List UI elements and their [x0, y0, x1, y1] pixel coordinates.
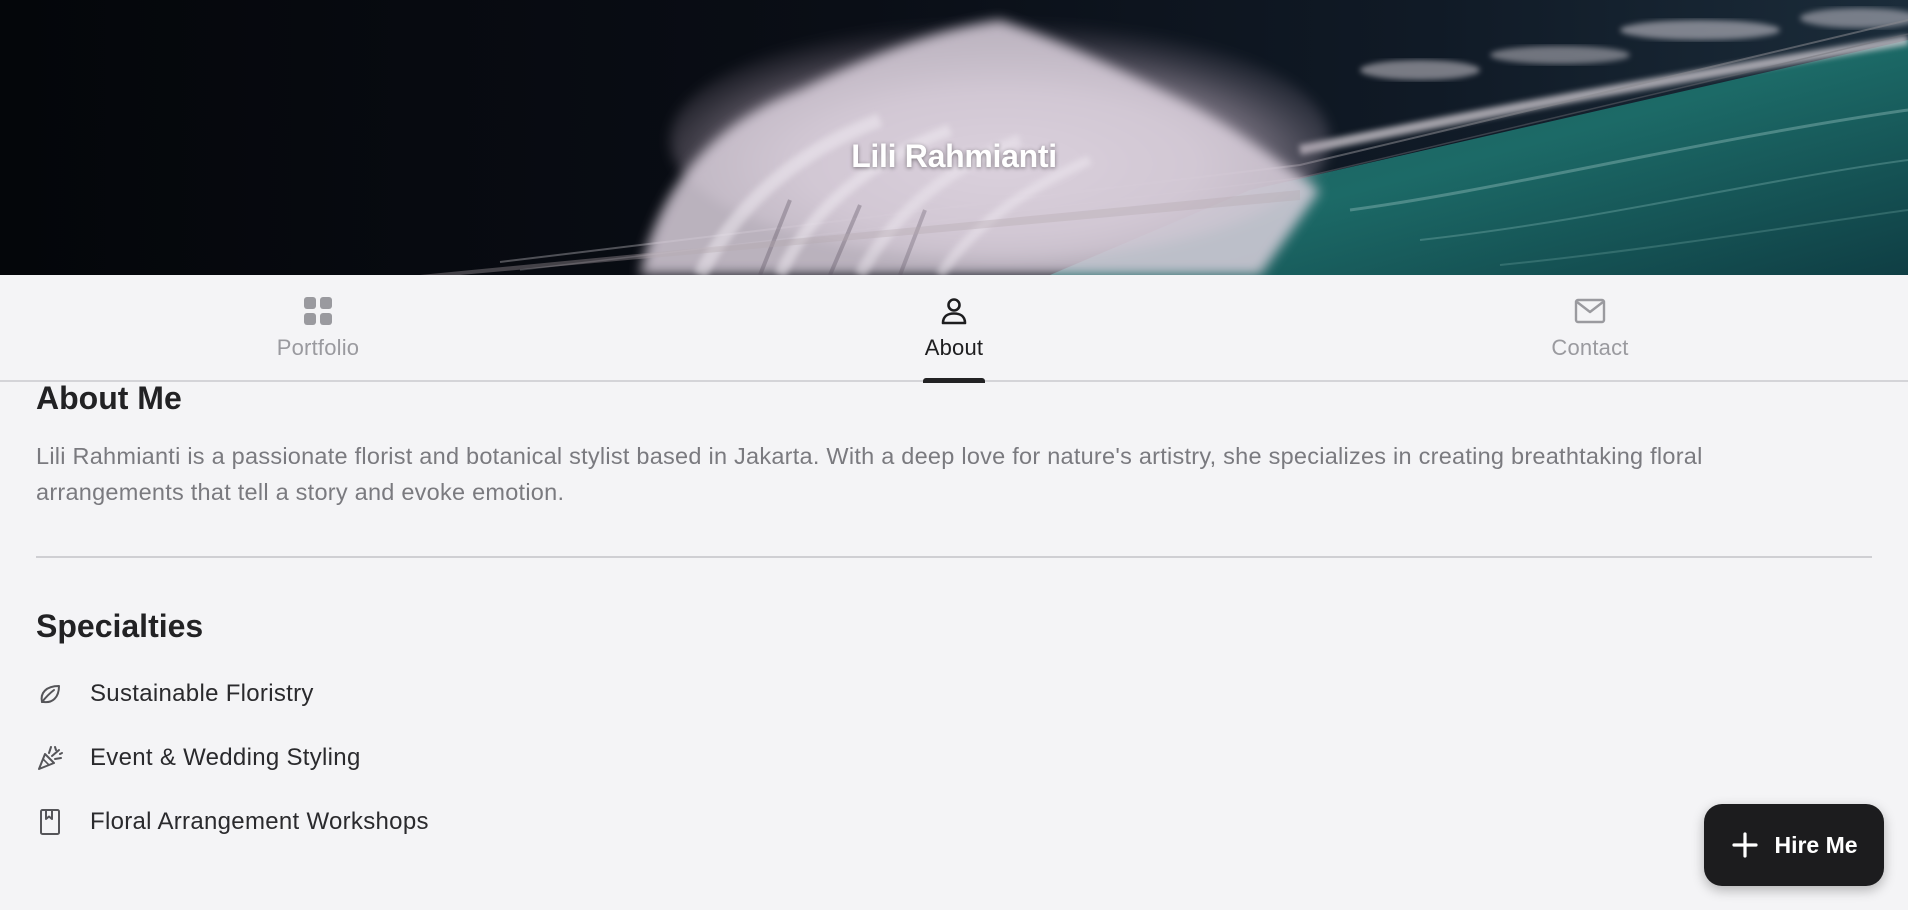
tab-portfolio[interactable]: Portfolio	[168, 275, 468, 380]
plus-icon	[1730, 830, 1760, 860]
tab-about[interactable]: About	[804, 275, 1104, 380]
about-heading: About Me	[36, 382, 182, 414]
mail-icon	[1574, 295, 1606, 327]
hire-me-button[interactable]: Hire Me	[1704, 804, 1884, 886]
hero-title: Lili Rahmianti	[851, 138, 1057, 174]
party-popper-icon	[36, 744, 64, 772]
hero-banner: Lili Rahmianti	[0, 0, 1908, 275]
tab-bar: Portfolio About Contact	[0, 275, 1908, 383]
specialty-label: Floral Arrangement Workshops	[90, 808, 429, 835]
leaf-icon	[36, 680, 64, 708]
specialty-label: Sustainable Floristry	[90, 680, 314, 707]
active-tab-indicator	[923, 378, 985, 383]
tab-contact[interactable]: Contact	[1440, 275, 1740, 380]
specialties-heading: Specialties	[36, 608, 204, 644]
grid-icon	[302, 295, 334, 327]
tab-portfolio-label: Portfolio	[276, 335, 360, 360]
hire-me-label: Hire Me	[1774, 831, 1858, 858]
person-icon	[938, 295, 970, 327]
tab-about-label: About	[924, 335, 984, 360]
specialty-item-event-wedding-styling: Event & Wedding Styling	[36, 742, 429, 806]
specialty-item-floral-arrangement-workshops: Floral Arrangement Workshops	[36, 806, 429, 870]
book-icon	[36, 808, 64, 836]
specialty-item-sustainable-floristry: Sustainable Floristry	[36, 678, 429, 742]
about-description: Lili Rahmianti is a passionate florist a…	[36, 443, 1703, 505]
specialties-list: Sustainable Floristry Event & Wedding St…	[36, 678, 429, 870]
specialty-label: Event & Wedding Styling	[90, 744, 361, 771]
tab-contact-label: Contact	[1551, 335, 1629, 360]
profile-page: Lili Rahmianti Portfolio About Contact A…	[0, 0, 1908, 910]
section-divider	[36, 556, 1872, 558]
